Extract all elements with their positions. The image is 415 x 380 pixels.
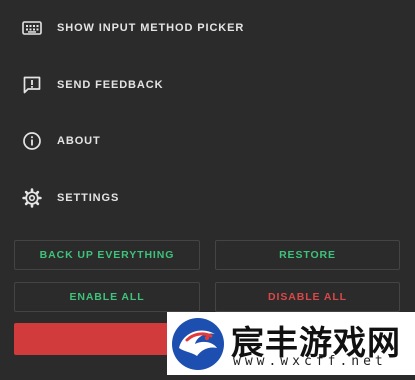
- info-icon: [21, 130, 43, 152]
- feedback-icon: [21, 74, 43, 96]
- menu-item-show-input-method-picker[interactable]: SHOW INPUT METHOD PICKER: [0, 0, 415, 56]
- keyboard-icon: [21, 17, 43, 39]
- restore-button[interactable]: RESTORE: [215, 240, 400, 270]
- menu-item-label: SEND FEEDBACK: [57, 79, 164, 91]
- watermark-url: www.wxcff.net: [233, 354, 387, 369]
- menu-item-send-feedback[interactable]: SEND FEEDBACK: [0, 57, 415, 113]
- watermark-logo-icon: [167, 312, 229, 375]
- disable-all-button[interactable]: DISABLE ALL: [215, 282, 400, 312]
- gear-icon: [21, 187, 43, 209]
- enable-all-button[interactable]: ENABLE ALL: [14, 282, 200, 312]
- menu-item-about[interactable]: ABOUT: [0, 113, 415, 169]
- back-up-everything-button[interactable]: BACK UP EVERYTHING: [14, 240, 200, 270]
- menu-item-label: SHOW INPUT METHOD PICKER: [57, 22, 245, 34]
- menu-item-settings[interactable]: SETTINGS: [0, 170, 415, 226]
- menu-item-label: SETTINGS: [57, 192, 120, 204]
- menu-item-label: ABOUT: [57, 135, 101, 147]
- watermark: 宸丰游戏网 www.wxcff.net: [167, 312, 415, 375]
